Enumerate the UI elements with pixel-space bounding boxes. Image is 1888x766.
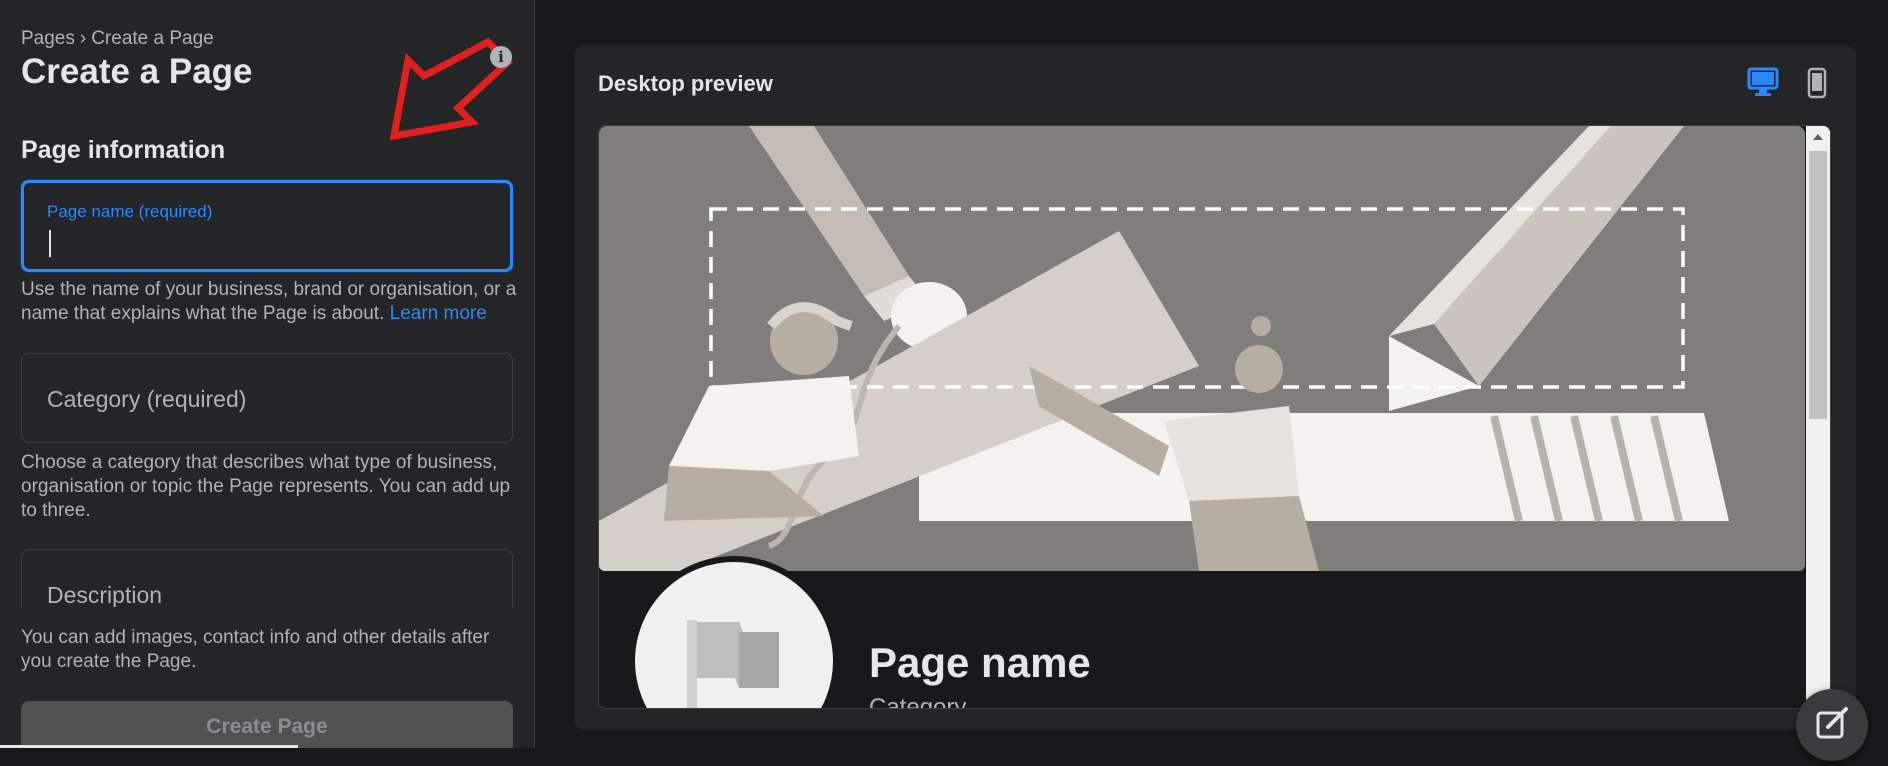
- preview-title: Desktop preview: [598, 71, 773, 96]
- info-icon[interactable]: i: [490, 46, 512, 68]
- create-page-panel: Pages › Create a Page Create a Page i Page…: [0, 0, 535, 748]
- breadcrumb: Pages › Create a Page: [21, 28, 214, 50]
- section-title: Page information: [21, 136, 226, 164]
- description-placeholder: Description: [47, 582, 163, 608]
- preview-page-name: Page name: [869, 639, 1091, 686]
- bottom-helper: You can add images, contact info and oth…: [21, 627, 490, 672]
- desktop-preview-panel: Desktop preview Page name Category: [574, 45, 1856, 730]
- breadcrumb-pages[interactable]: Pages: [21, 28, 75, 49]
- category-helper: Choose a category that describes what ty…: [21, 452, 511, 521]
- scrollbar-thumb[interactable]: [1809, 151, 1827, 419]
- create-page-button[interactable]: Create Page: [21, 701, 513, 748]
- text-caret: [49, 230, 51, 257]
- preview-scrollbar[interactable]: [1806, 126, 1830, 708]
- breadcrumb-separator: ›: [79, 28, 87, 49]
- breadcrumb-current: Create a Page: [91, 28, 214, 49]
- page-name-label: Page name (required): [47, 202, 213, 221]
- scroll-up-icon[interactable]: [1813, 134, 1823, 140]
- preview-category: Category: [869, 694, 967, 709]
- category-field[interactable]: Category (required): [21, 353, 513, 443]
- page-title: Create a Page: [21, 52, 253, 91]
- compose-icon: [1816, 707, 1848, 739]
- learn-more-link[interactable]: Learn more: [390, 303, 487, 324]
- page-name-field[interactable]: Page name (required): [21, 180, 513, 272]
- mobile-icon[interactable]: [1807, 67, 1827, 99]
- page-avatar: [629, 556, 839, 708]
- description-field[interactable]: Description: [21, 549, 513, 609]
- category-placeholder: Category (required): [47, 386, 247, 412]
- compose-button[interactable]: [1796, 689, 1868, 761]
- page-name-helper: Use the name of your business, brand or …: [21, 278, 521, 326]
- desktop-icon[interactable]: [1747, 67, 1779, 97]
- preview-frame: Page name Category: [598, 125, 1831, 709]
- flag-icon: [687, 620, 779, 708]
- cover-illustration: [599, 126, 1805, 571]
